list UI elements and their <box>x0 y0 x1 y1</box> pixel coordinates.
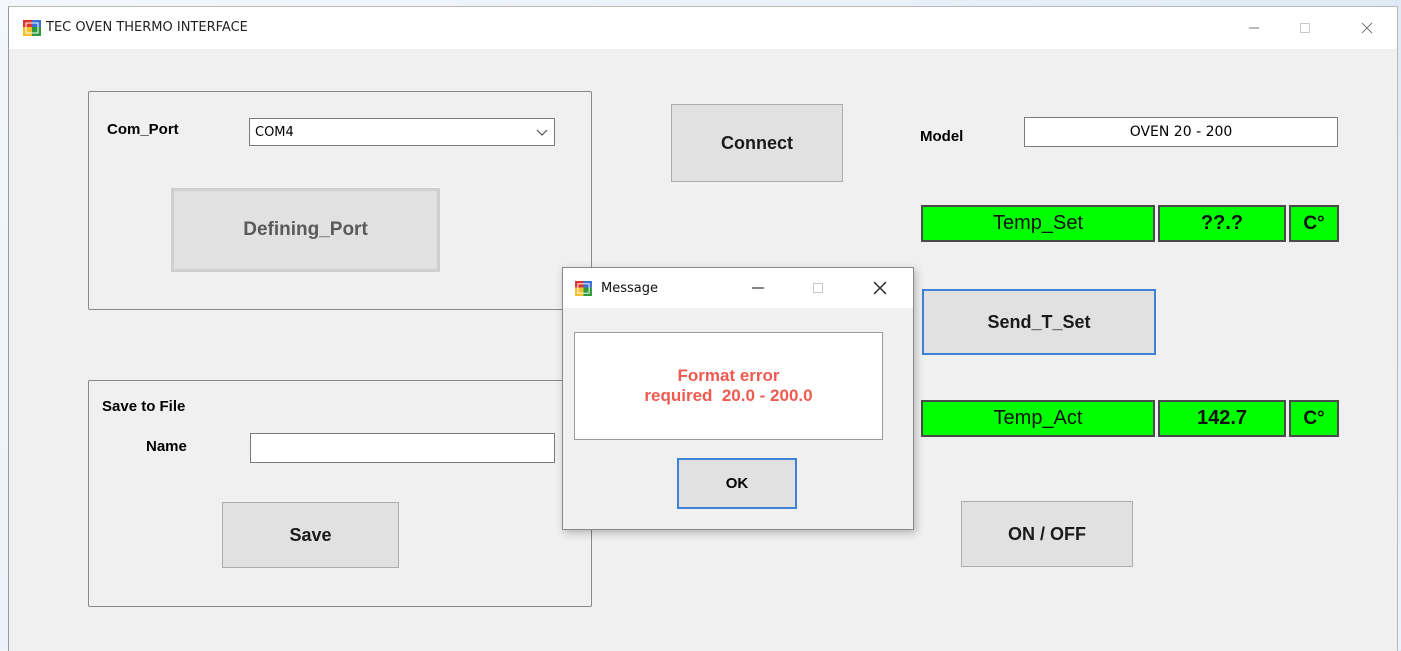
title-bar[interactable]: TEC OVEN THERMO INTERFACE <box>9 7 1397 49</box>
model-field[interactable]: OVEN 20 - 200 <box>1024 117 1338 147</box>
defining-port-button[interactable]: Defining_Port <box>171 188 440 272</box>
temp-set-unit: C° <box>1289 205 1339 242</box>
save-button[interactable]: Save <box>222 502 399 568</box>
temp-set-value: ??.? <box>1158 205 1286 242</box>
error-line-1: Format error <box>677 366 780 385</box>
com-port-label: Com_Port <box>107 121 179 138</box>
file-name-input[interactable] <box>250 433 555 463</box>
save-groupbox: Save to File Name Save <box>88 380 592 607</box>
close-icon <box>1361 22 1373 34</box>
ok-button[interactable]: OK <box>677 458 797 509</box>
dialog-minimize-button[interactable] <box>743 276 773 300</box>
window-title: TEC OVEN THERMO INTERFACE <box>46 20 248 35</box>
maximize-icon <box>813 283 823 293</box>
chevron-down-icon <box>536 129 548 136</box>
dialog-maximize-button[interactable] <box>803 276 833 300</box>
dialog-title-bar[interactable]: Message <box>563 268 913 308</box>
connect-button[interactable]: Connect <box>671 104 843 182</box>
app-icon <box>23 20 41 36</box>
maximize-icon <box>1300 23 1310 33</box>
close-icon <box>873 281 887 295</box>
message-panel: Format error required 20.0 - 200.0 <box>574 332 883 440</box>
port-groupbox: Com_Port COM4 Defining_Port <box>88 91 592 310</box>
dialog-title: Message <box>601 281 658 296</box>
dialog-app-icon <box>575 281 592 296</box>
temp-act-label: Temp_Act <box>921 400 1155 437</box>
dialog-close-button[interactable] <box>865 276 895 300</box>
temp-set-label: Temp_Set <box>921 205 1155 242</box>
temp-act-unit: C° <box>1289 400 1339 437</box>
close-button[interactable] <box>1344 13 1390 43</box>
minimize-icon <box>752 287 764 289</box>
com-port-select[interactable]: COM4 <box>249 118 555 146</box>
com-port-value: COM4 <box>255 124 294 140</box>
minimize-button[interactable] <box>1231 13 1277 43</box>
temp-act-value: 142.7 <box>1158 400 1286 437</box>
send-t-set-button[interactable]: Send_T_Set <box>922 289 1156 355</box>
error-line-2: required 20.0 - 200.0 <box>644 386 813 405</box>
on-off-button[interactable]: ON / OFF <box>961 501 1133 567</box>
minimize-icon <box>1249 27 1259 29</box>
maximize-button[interactable] <box>1282 13 1328 43</box>
name-label: Name <box>146 438 187 455</box>
save-to-file-label: Save to File <box>102 398 186 415</box>
message-dialog: Message Format error required 20.0 - 200… <box>562 267 914 530</box>
model-label: Model <box>920 128 964 145</box>
